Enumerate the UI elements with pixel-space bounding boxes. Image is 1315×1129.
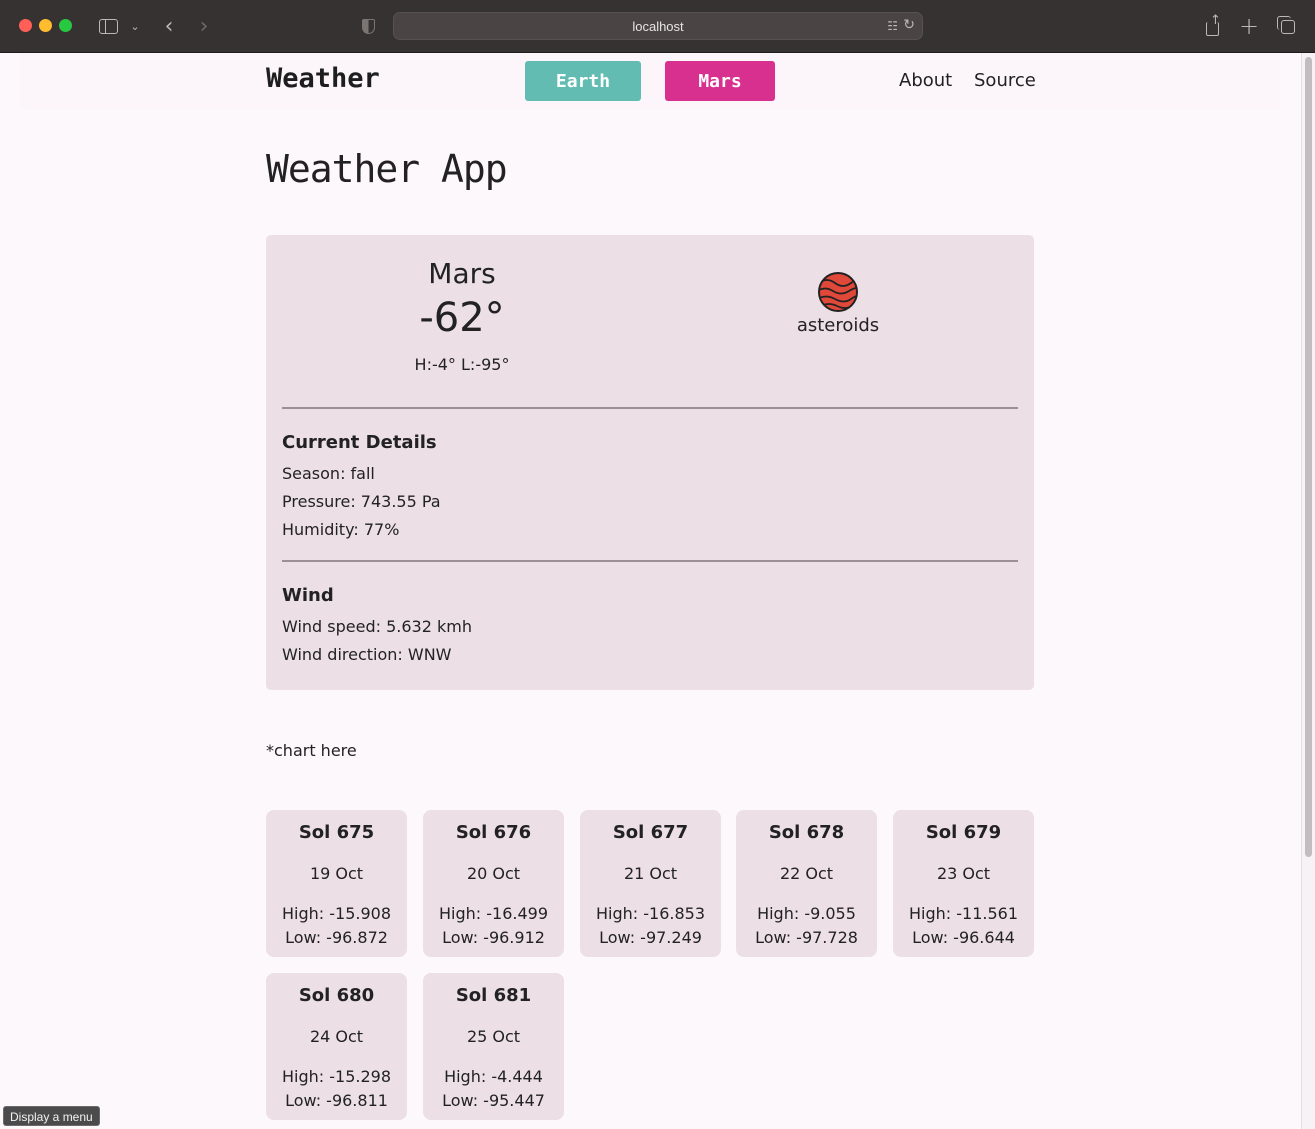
sol-date: 22 Oct <box>779 864 834 883</box>
sol-low: Low: -97.728 <box>755 928 858 947</box>
planet-name: Mars <box>428 257 496 290</box>
sol-title: Sol 680 <box>298 985 375 1006</box>
divider <box>282 407 1018 409</box>
tab-overview-icon[interactable] <box>1275 14 1299 38</box>
sol-title: Sol 678 <box>768 822 845 843</box>
close-window-button[interactable] <box>19 19 32 32</box>
current-temperature: -62° <box>419 295 505 341</box>
sol-title: Sol 679 <box>925 822 1002 843</box>
sol-date: 23 Oct <box>936 864 991 883</box>
browser-toolbar: ⌄ ‹ › localhost ☷ ↻ ↑ + <box>0 0 1315 53</box>
sol-low: Low: -96.912 <box>442 928 545 947</box>
sol-card[interactable]: Sol 675 19 Oct High: -15.908 Low: -96.87… <box>266 810 407 957</box>
sol-date: 19 Oct <box>309 864 364 883</box>
web-page: Weather Earth Mars About Source Weather … <box>0 53 1301 1129</box>
sol-card[interactable]: Sol 680 24 Oct High: -15.298 Low: -96.81… <box>266 973 407 1120</box>
minimize-window-button[interactable] <box>39 19 52 32</box>
sol-low: Low: -96.644 <box>912 928 1015 947</box>
chevron-down-icon[interactable]: ⌄ <box>127 14 143 38</box>
pressure-value: Pressure: 743.55 Pa <box>282 492 441 511</box>
new-tab-icon[interactable]: + <box>1237 12 1261 40</box>
sol-title: Sol 681 <box>455 985 532 1006</box>
sol-high: High: -16.853 <box>595 904 705 923</box>
sol-low: Low: -96.872 <box>285 928 388 947</box>
sol-card[interactable]: Sol 679 23 Oct High: -11.561 Low: -96.64… <box>893 810 1034 957</box>
sol-card[interactable]: Sol 681 25 Oct High: -4.444 Low: -95.447 <box>423 973 564 1120</box>
privacy-shield-icon[interactable] <box>358 14 378 38</box>
high-low-temperature: H:-4° L:-95° <box>414 355 510 374</box>
divider <box>282 560 1018 562</box>
url-text: localhost <box>632 19 684 34</box>
sol-title: Sol 677 <box>612 822 689 843</box>
site-navbar <box>20 53 1280 109</box>
sol-date: 24 Oct <box>309 1027 364 1046</box>
tooltip: Display a menu <box>3 1106 100 1126</box>
sol-card[interactable]: Sol 677 21 Oct High: -16.853 Low: -97.24… <box>580 810 721 957</box>
sol-low: Low: -96.811 <box>285 1091 388 1110</box>
wind-heading: Wind <box>282 585 334 606</box>
page-scrollbar[interactable] <box>1301 53 1315 1129</box>
forward-arrow-icon[interactable]: › <box>193 14 215 39</box>
page-title: Weather App <box>266 147 508 191</box>
sol-card[interactable]: Sol 678 22 Oct High: -9.055 Low: -97.728 <box>736 810 877 957</box>
sol-high: High: -9.055 <box>757 904 856 923</box>
source-link[interactable]: Source <box>974 70 1036 91</box>
share-icon[interactable]: ↑ <box>1200 13 1224 38</box>
sol-high: High: -15.908 <box>281 904 391 923</box>
current-weather-card: Mars -62° H:-4° L:-95° asteroids Current… <box>266 235 1034 690</box>
sol-title: Sol 676 <box>455 822 532 843</box>
translate-icon[interactable]: ☷ <box>887 19 898 33</box>
wind-direction-value: Wind direction: WNW <box>282 645 452 664</box>
earth-button[interactable]: Earth <box>525 61 641 101</box>
back-arrow-icon[interactable]: ‹ <box>158 14 180 39</box>
sol-date: 21 Oct <box>623 864 678 883</box>
sol-high: High: -16.499 <box>438 904 548 923</box>
condition-label: asteroids <box>796 315 880 336</box>
chart-placeholder: *chart here <box>266 741 357 760</box>
sol-low: Low: -97.249 <box>599 928 702 947</box>
sidebar-toggle-icon[interactable] <box>96 14 120 38</box>
sol-date: 20 Oct <box>466 864 521 883</box>
humidity-value: Humidity: 77% <box>282 520 400 539</box>
season-value: Season: fall <box>282 464 375 483</box>
mars-planet-icon <box>818 272 858 312</box>
sol-date: 25 Oct <box>466 1027 521 1046</box>
about-link[interactable]: About <box>899 70 952 91</box>
sol-card[interactable]: Sol 676 20 Oct High: -16.499 Low: -96.91… <box>423 810 564 957</box>
sol-high: High: -11.561 <box>908 904 1018 923</box>
sol-high: High: -4.444 <box>444 1067 543 1086</box>
current-details-heading: Current Details <box>282 432 437 453</box>
zoom-window-button[interactable] <box>59 19 72 32</box>
mars-button[interactable]: Mars <box>665 61 775 101</box>
sol-low: Low: -95.447 <box>442 1091 545 1110</box>
wind-speed-value: Wind speed: 5.632 kmh <box>282 617 472 636</box>
sol-high: High: -15.298 <box>281 1067 391 1086</box>
reload-icon[interactable]: ↻ <box>903 17 915 33</box>
sol-title: Sol 675 <box>298 822 375 843</box>
scrollbar-thumb[interactable] <box>1305 57 1312 857</box>
address-bar[interactable]: localhost ☷ ↻ <box>393 12 923 40</box>
site-brand[interactable]: Weather <box>266 63 380 94</box>
